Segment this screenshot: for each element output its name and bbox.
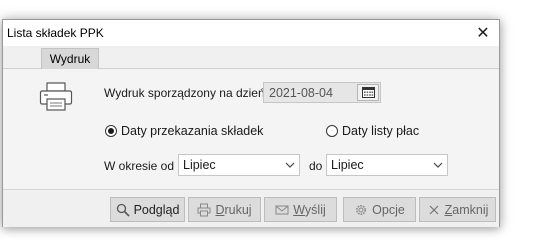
radio-transfer-dates[interactable]	[105, 125, 117, 137]
preview-button[interactable]: Podgląd	[110, 197, 185, 222]
period-from-label: W okresie od	[104, 159, 175, 173]
send-button[interactable]: Wyślij	[264, 197, 337, 222]
calendar-icon	[361, 87, 375, 98]
preview-button-label: Podgląd	[133, 202, 180, 217]
envelope-icon	[275, 205, 289, 214]
printout-date-label: Wydruk sporządzony na dzień	[104, 86, 265, 100]
close-button-label: Zamknij	[444, 202, 489, 217]
options-button[interactable]: Opcje	[343, 197, 416, 222]
close-icon: ✕	[476, 25, 490, 42]
printer-icon	[39, 82, 73, 111]
close-x-icon	[429, 205, 439, 214]
radio-payroll-dates[interactable]	[326, 125, 338, 137]
dialog-window: Lista składek PPK ✕ Wydruk Wydruk sporzą…	[2, 19, 500, 227]
print-button[interactable]: Drukuj	[188, 197, 261, 222]
printout-date-field[interactable]: 2021-08-04	[263, 82, 381, 103]
close-button[interactable]: Zamknij	[419, 197, 496, 222]
radio-payroll-dates-label[interactable]: Daty listy płac	[342, 124, 419, 138]
radio-transfer-dates-label[interactable]: Daty przekazania składek	[121, 124, 263, 138]
form-panel: Wydruk sporządzony na dzień 2021-08-04 D…	[3, 69, 499, 189]
period-from-value: Lipiec	[183, 158, 216, 172]
magnifier-icon	[116, 203, 130, 217]
send-button-label: Wyślij	[293, 202, 326, 217]
tab-strip: Wydruk	[3, 46, 499, 69]
period-to-label: do	[309, 159, 323, 173]
printer-icon	[197, 203, 211, 216]
print-button-label: Drukuj	[215, 202, 252, 217]
printout-date-value: 2021-08-04	[269, 86, 333, 100]
period-from-select[interactable]: Lipiec	[178, 154, 300, 176]
period-to-value: Lipiec	[331, 158, 364, 172]
title-bar: Lista składek PPK ✕	[3, 20, 499, 46]
tab-label: Wydruk	[49, 52, 91, 66]
button-bar: Podgląd Drukuj Wyślij Opcje Zamknij	[3, 189, 499, 227]
window-title: Lista składek PPK	[7, 26, 104, 40]
chevron-down-icon	[285, 162, 295, 168]
gear-icon	[356, 204, 367, 215]
calendar-button[interactable]	[357, 84, 379, 101]
period-to-select[interactable]: Lipiec	[326, 154, 448, 176]
options-button-label: Opcje	[372, 202, 405, 217]
close-window-button[interactable]: ✕	[467, 20, 499, 46]
tab-wydruk[interactable]: Wydruk	[41, 48, 99, 69]
chevron-down-icon	[433, 162, 443, 168]
